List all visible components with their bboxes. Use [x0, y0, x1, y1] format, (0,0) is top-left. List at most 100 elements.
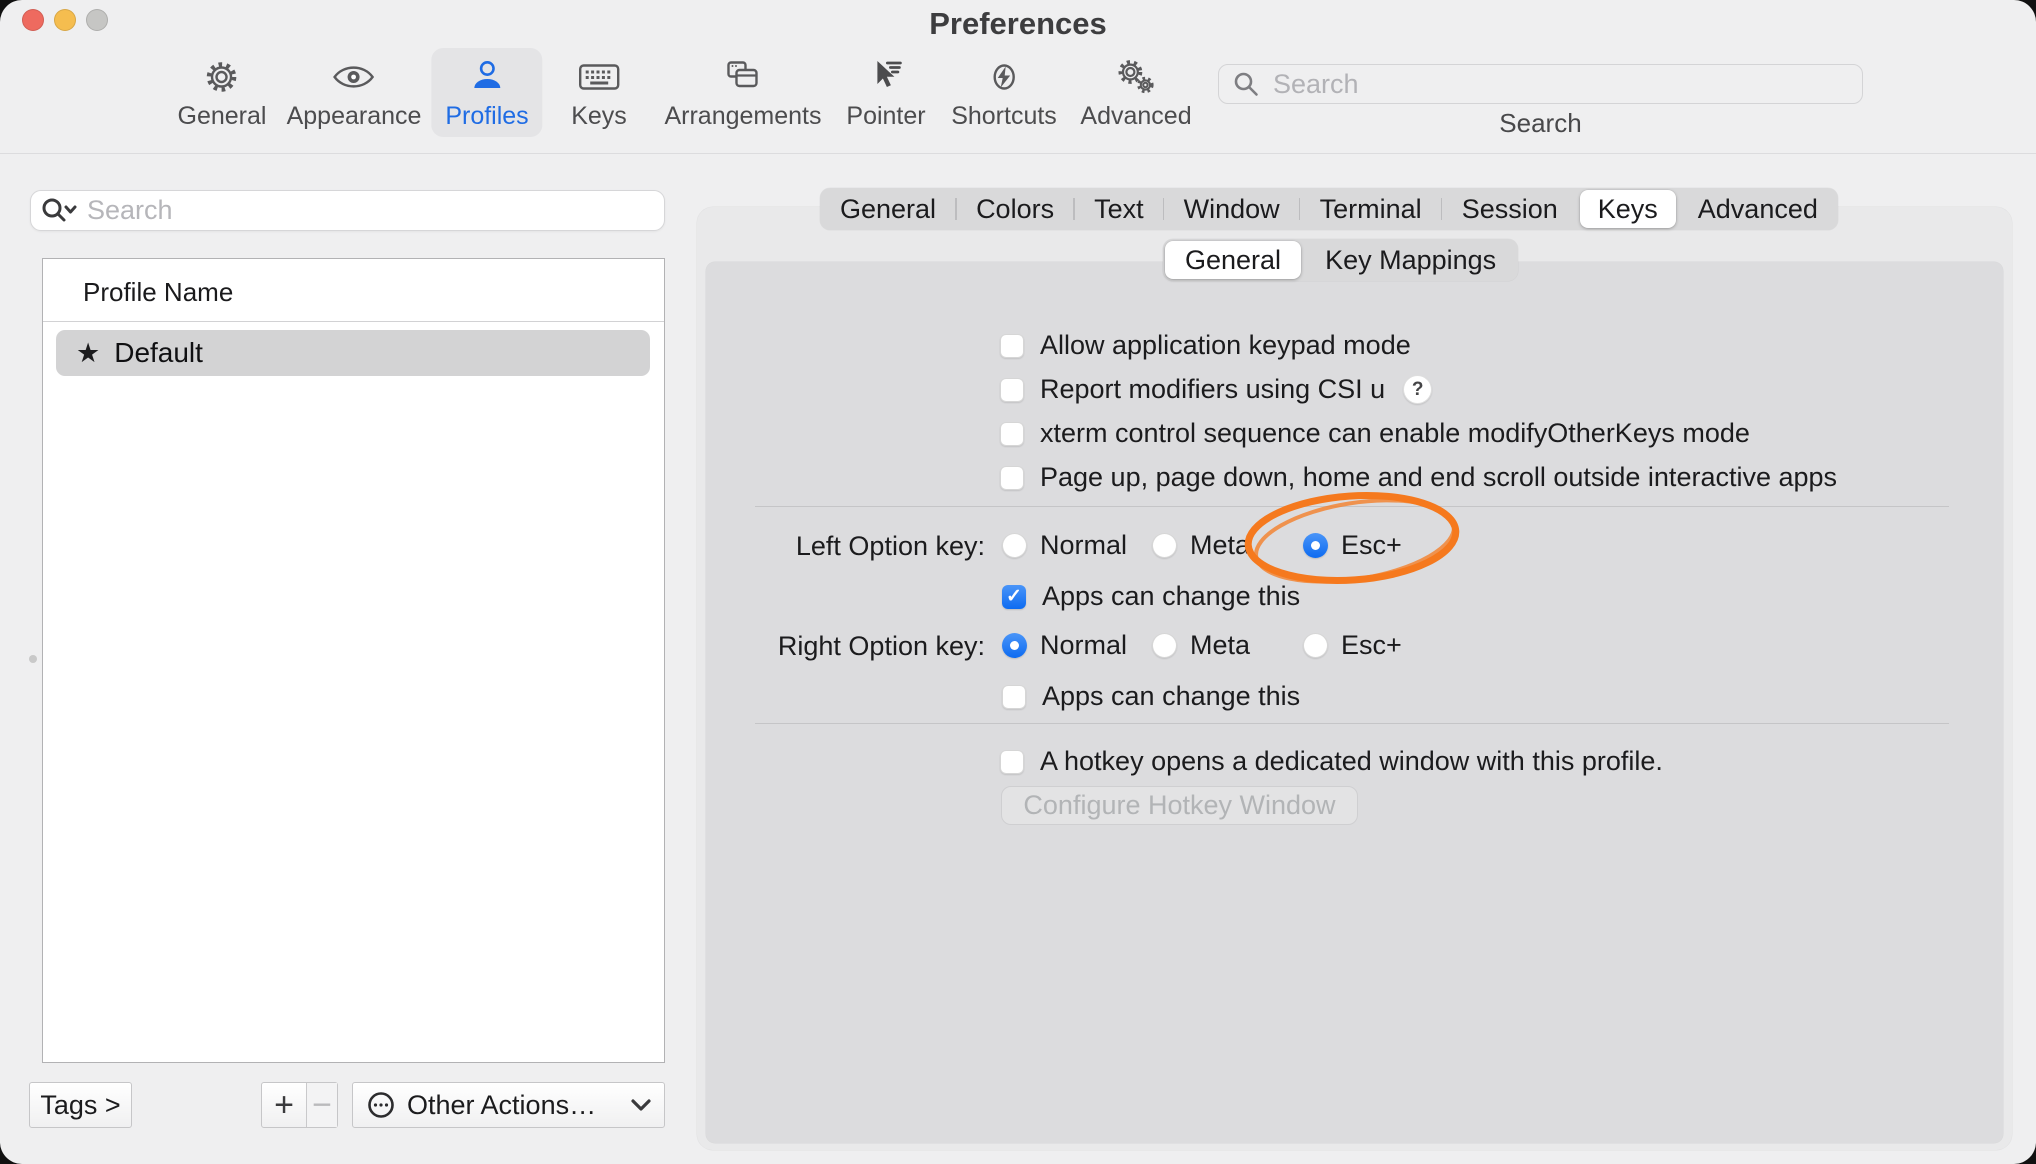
modify-other-keys-label: xterm control sequence can enable modify…	[1040, 418, 1750, 449]
toolbar-item-label: Pointer	[846, 102, 925, 131]
add-remove-group: + −	[261, 1082, 338, 1128]
toolbar-item-shortcuts[interactable]: Shortcuts	[937, 48, 1071, 137]
other-actions-label: Other Actions…	[407, 1090, 620, 1121]
tab-colors[interactable]: Colors	[956, 188, 1074, 230]
tab-window[interactable]: Window	[1164, 188, 1300, 230]
bolt-icon	[984, 54, 1024, 100]
row-right-apps-change: Apps can change this	[1002, 681, 1300, 712]
star-icon: ★	[76, 338, 100, 369]
profile-name: Default	[114, 337, 203, 369]
toolbar-item-label: Advanced	[1080, 102, 1191, 131]
tab-text[interactable]: Text	[1074, 188, 1164, 230]
row-page-scroll: Page up, page down, home and end scroll …	[1000, 462, 1837, 493]
row-keypad-mode: Allow application keypad mode	[1000, 330, 1411, 361]
right-option-esc: Esc+	[1303, 630, 1402, 661]
keypad-mode-label: Allow application keypad mode	[1040, 330, 1411, 361]
keyboard-icon	[577, 54, 621, 100]
section-divider	[755, 506, 1949, 507]
configure-hotkey-button[interactable]: Configure Hotkey Window	[1001, 786, 1358, 825]
title-bar: Preferences	[0, 0, 2036, 44]
toolbar-divider	[0, 153, 2036, 154]
tab-keys[interactable]: Keys	[1580, 190, 1676, 228]
windows-icon	[721, 54, 765, 100]
toolbar-item-profiles[interactable]: Profiles	[431, 48, 542, 137]
toolbar-search-caption: Search	[1218, 108, 1863, 139]
toolbar-item-label: Appearance	[287, 102, 422, 131]
other-actions-dropdown[interactable]: Other Actions…	[352, 1082, 665, 1128]
toolbar-search-field[interactable]	[1218, 64, 1863, 104]
help-button[interactable]: ?	[1403, 375, 1432, 404]
gear-icon	[202, 54, 242, 100]
toolbar-item-pointer[interactable]: Pointer	[832, 48, 939, 137]
right-option-caption: Right Option key:	[585, 631, 985, 662]
left-option-normal: Normal	[1002, 530, 1127, 561]
keypad-mode-checkbox[interactable]	[1000, 334, 1024, 358]
tab-general[interactable]: General	[820, 188, 956, 230]
right-meta-radio[interactable]	[1152, 633, 1177, 658]
hotkey-label: A hotkey opens a dedicated window with t…	[1040, 746, 1663, 777]
profile-row-default[interactable]: ★ Default	[56, 330, 650, 376]
subtab-general[interactable]: General	[1165, 241, 1301, 279]
right-apps-change-checkbox[interactable]	[1002, 685, 1026, 709]
toolbar-item-appearance[interactable]: Appearance	[273, 48, 436, 137]
modify-other-keys-checkbox[interactable]	[1000, 422, 1024, 446]
ellipsis-circle-icon	[365, 1089, 397, 1121]
profile-list: Profile Name ★ Default	[42, 258, 665, 1063]
toolbar-search-input[interactable]	[1271, 68, 1850, 101]
left-apps-change-checkbox[interactable]	[1002, 585, 1026, 609]
right-normal-radio[interactable]	[1002, 633, 1027, 658]
left-option-esc: Esc+	[1303, 530, 1402, 561]
tab-advanced[interactable]: Advanced	[1678, 188, 1838, 230]
profile-search-field[interactable]	[30, 190, 665, 231]
csi-u-label: Report modifiers using CSI u	[1040, 374, 1385, 405]
toolbar-item-general[interactable]: General	[164, 48, 281, 137]
toolbar-item-arrangements[interactable]: Arrangements	[650, 48, 835, 137]
search-icon	[1231, 69, 1261, 99]
add-profile-button[interactable]: +	[262, 1083, 307, 1127]
hotkey-checkbox[interactable]	[1000, 750, 1024, 774]
profile-list-header: Profile Name	[83, 277, 233, 308]
row-csi-u: Report modifiers using CSI u ?	[1000, 374, 1432, 405]
eye-icon	[332, 54, 376, 100]
row-modify-other-keys: xterm control sequence can enable modify…	[1000, 418, 1750, 449]
left-esc-radio[interactable]	[1303, 533, 1328, 558]
toolbar-item-label: Profiles	[445, 102, 528, 131]
window-title: Preferences	[0, 6, 2036, 42]
right-option-normal: Normal	[1002, 630, 1127, 661]
right-option-meta: Meta	[1152, 630, 1250, 661]
subtab-key-mappings[interactable]: Key Mappings	[1303, 239, 1518, 281]
csi-u-checkbox[interactable]	[1000, 378, 1024, 402]
tab-session[interactable]: Session	[1442, 188, 1578, 230]
person-icon	[467, 54, 507, 100]
left-option-caption: Left Option key:	[585, 531, 985, 562]
cursor-icon	[866, 54, 906, 100]
left-normal-radio[interactable]	[1002, 533, 1027, 558]
right-esc-radio[interactable]	[1303, 633, 1328, 658]
toolbar-item-label: Arrangements	[664, 102, 821, 131]
page-scroll-checkbox[interactable]	[1000, 466, 1024, 490]
toolbar-item-advanced[interactable]: Advanced	[1066, 48, 1205, 137]
page-scroll-label: Page up, page down, home and end scroll …	[1040, 462, 1837, 493]
splitter-handle	[29, 655, 37, 663]
left-meta-radio[interactable]	[1152, 533, 1177, 558]
preferences-window: Preferences General Appearance	[0, 0, 2036, 1164]
search-scope-icon	[39, 195, 77, 227]
toolbar-item-label: Keys	[571, 102, 627, 131]
toolbar-item-label: General	[178, 102, 267, 131]
chevron-down-icon	[630, 1098, 652, 1112]
row-hotkey: A hotkey opens a dedicated window with t…	[1000, 746, 1663, 777]
section-divider	[755, 723, 1949, 724]
toolbar-item-label: Shortcuts	[951, 102, 1057, 131]
profile-tabs: General Colors Text Window Terminal Sess…	[820, 188, 1838, 230]
remove-profile-button[interactable]: −	[307, 1083, 337, 1127]
toolbar: General Appearance Profiles	[0, 44, 2036, 153]
tab-terminal[interactable]: Terminal	[1300, 188, 1442, 230]
row-left-apps-change: Apps can change this	[1002, 581, 1300, 612]
tags-button[interactable]: Tags >	[29, 1082, 132, 1128]
keys-subtabs: General Key Mappings	[1163, 239, 1518, 281]
gears-icon	[1114, 54, 1158, 100]
left-option-meta: Meta	[1152, 530, 1250, 561]
profile-search-input[interactable]	[85, 194, 656, 227]
toolbar-item-keys[interactable]: Keys	[557, 48, 641, 137]
list-header-divider	[43, 321, 664, 322]
